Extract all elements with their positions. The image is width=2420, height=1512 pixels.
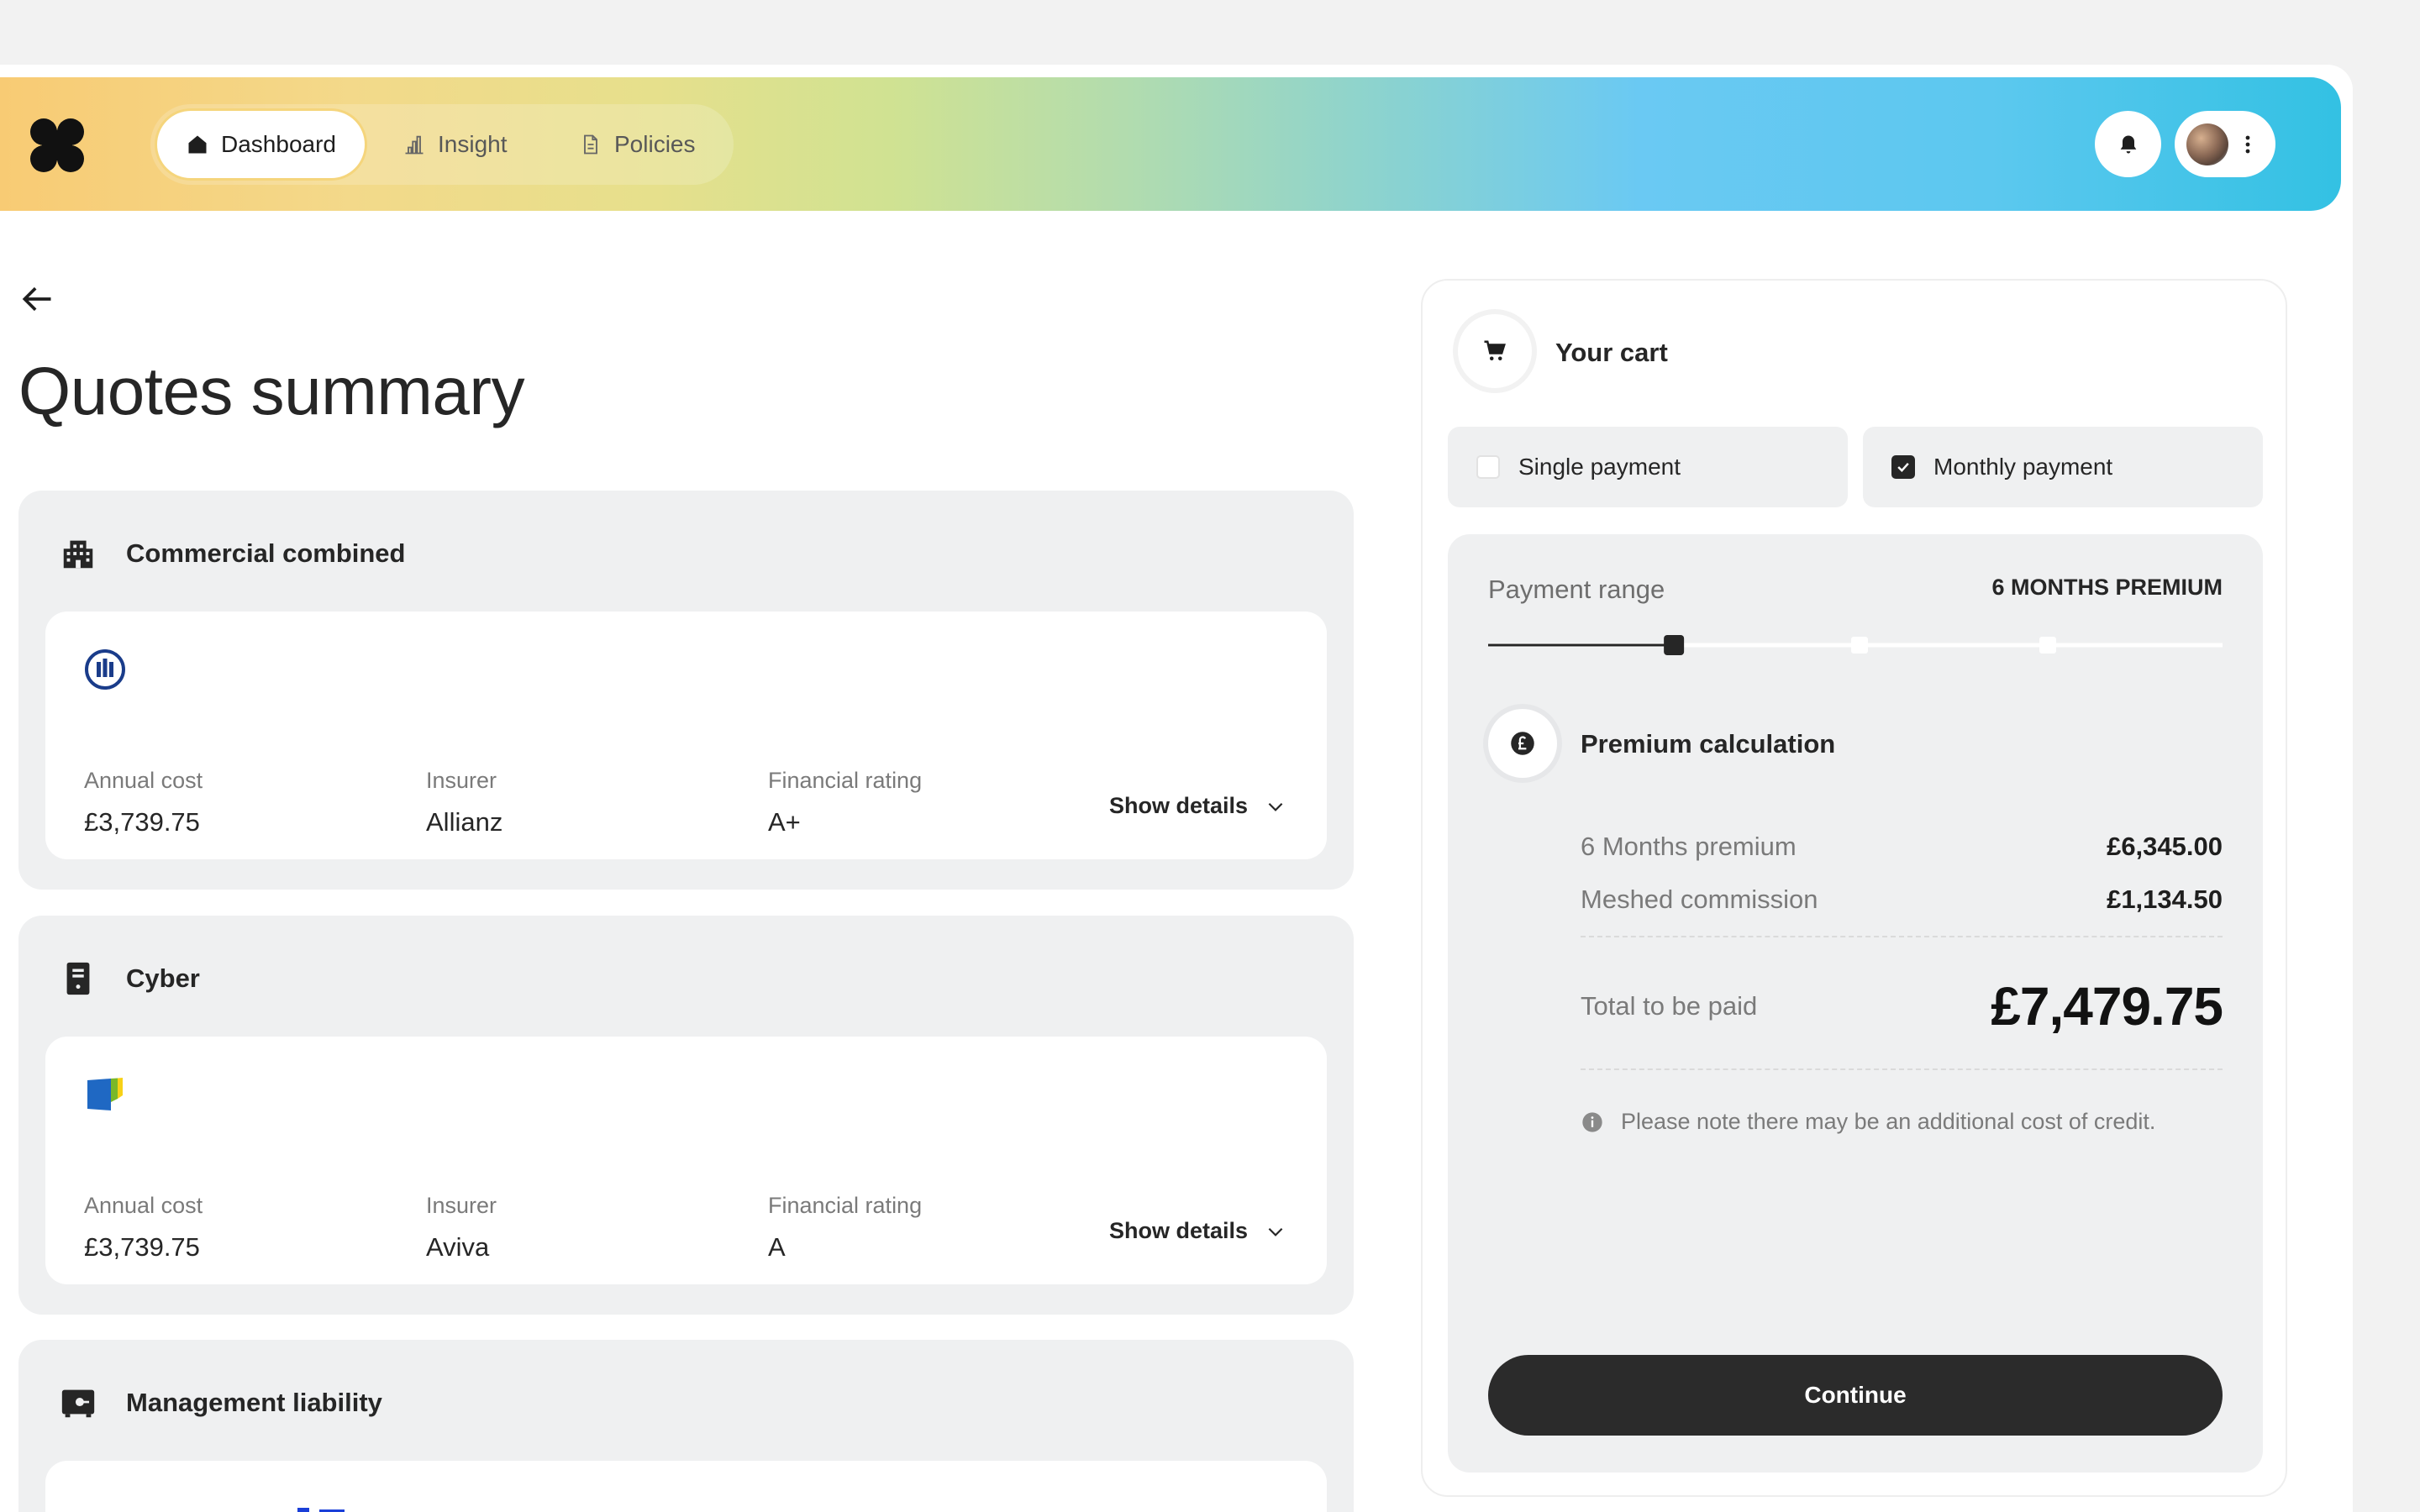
annual-cost-value: £3,739.75 bbox=[84, 807, 200, 837]
monthly-payment-label: Monthly payment bbox=[1933, 454, 2113, 480]
credit-note-text: Please note there may be an additional c… bbox=[1621, 1109, 2156, 1134]
line-item-value: £6,345.00 bbox=[2107, 832, 2223, 861]
cart-title: Your cart bbox=[1555, 338, 1668, 367]
financial-rating-field: Financial rating A bbox=[768, 1193, 922, 1263]
insurer-label: Insurer bbox=[426, 1193, 497, 1218]
bar-chart-icon bbox=[405, 135, 424, 155]
payment-range-value: 6 MONTHS PREMIUM bbox=[1991, 575, 2223, 600]
calc-icon-badge bbox=[1488, 709, 1557, 778]
premium-calculation-title: Premium calculation bbox=[1581, 729, 1836, 759]
annual-cost-field: Annual cost £3,739.75 bbox=[84, 768, 203, 837]
financial-rating-label: Financial rating bbox=[768, 768, 923, 793]
line-item-commission: Meshed commission £1,134.50 bbox=[1581, 885, 2223, 915]
single-payment-checkbox[interactable] bbox=[1476, 455, 1500, 479]
notifications-button[interactable] bbox=[2095, 111, 2161, 177]
tab-policies-label: Policies bbox=[614, 131, 696, 157]
annual-cost-field: Annual cost £3,739.75 bbox=[84, 1193, 203, 1263]
tab-insight-label: Insight bbox=[438, 131, 508, 157]
building-icon bbox=[63, 540, 93, 569]
line-item-label: 6 Months premium bbox=[1581, 832, 1797, 861]
credit-note: Please note there may be an additional c… bbox=[1581, 1109, 2155, 1135]
top-navigation-bar: Dashboard Insight Policies bbox=[0, 77, 2341, 211]
tab-insight[interactable]: Insight bbox=[402, 111, 508, 178]
app-logo-icon[interactable] bbox=[29, 117, 86, 174]
slider-step-mark[interactable] bbox=[2039, 637, 2056, 654]
insurer-label: Insurer bbox=[426, 768, 497, 793]
safe-icon bbox=[61, 1389, 95, 1418]
quote-section-commercial-combined: Commercial combined Annual cost £3,739.7… bbox=[18, 491, 1354, 890]
continue-button[interactable]: Continue bbox=[1488, 1355, 2223, 1436]
main-nav: Dashboard Insight Policies bbox=[150, 104, 734, 185]
insurer-field: Insurer Aviva bbox=[426, 1193, 497, 1263]
cart-icon-badge bbox=[1458, 314, 1532, 388]
allianz-logo-icon bbox=[85, 649, 125, 690]
annual-cost-value: £3,739.75 bbox=[84, 1232, 200, 1262]
quote-card: Annual cost £3,739.75 Insurer Aviva Fina… bbox=[45, 1037, 1327, 1284]
annual-cost-label: Annual cost bbox=[84, 1193, 203, 1218]
more-vertical-icon bbox=[2245, 135, 2250, 153]
show-details-button[interactable]: Show details bbox=[1109, 1218, 1286, 1244]
tab-dashboard-label: Dashboard bbox=[221, 131, 336, 157]
section-header: Commercial combined bbox=[59, 534, 405, 573]
insurer-field: Insurer Allianz bbox=[426, 768, 502, 837]
total-value: £7,479.75 bbox=[1991, 976, 2223, 1037]
document-icon bbox=[584, 134, 597, 155]
tab-dashboard[interactable]: Dashboard bbox=[157, 111, 365, 178]
payment-range-slider[interactable] bbox=[1488, 633, 2223, 657]
line-item-premium: 6 Months premium £6,345.00 bbox=[1581, 832, 2223, 862]
monthly-payment-option[interactable]: Monthly payment bbox=[1863, 427, 2263, 507]
show-details-label: Show details bbox=[1108, 1218, 1248, 1243]
quote-card: Annual cost £3,739.75 Insurer Allianz Fi… bbox=[45, 612, 1327, 859]
slider-step-mark[interactable] bbox=[1851, 637, 1868, 654]
financial-rating-field: Financial rating A+ bbox=[768, 768, 922, 837]
section-title: Cyber bbox=[126, 963, 200, 993]
insurer-value: Allianz bbox=[426, 807, 503, 837]
chevron-down-icon bbox=[1268, 802, 1283, 811]
divider bbox=[1581, 936, 2223, 937]
insurer-value: Aviva bbox=[426, 1232, 490, 1262]
page-title: Quotes summary bbox=[18, 354, 525, 428]
section-title: Commercial combined bbox=[126, 538, 406, 568]
bell-icon bbox=[2120, 135, 2136, 153]
aviva-logo-icon bbox=[87, 1078, 123, 1110]
cart-panel: Your cart Single payment Monthly payment… bbox=[1421, 279, 2287, 1497]
single-payment-option[interactable]: Single payment bbox=[1448, 427, 1848, 507]
payment-range-label: Payment range bbox=[1488, 575, 1665, 604]
insurer-logo-icon bbox=[297, 1508, 345, 1512]
total-row: Total to be paid £7,479.75 bbox=[1581, 973, 2223, 1040]
back-arrow-icon[interactable] bbox=[18, 281, 55, 318]
line-item-label: Meshed commission bbox=[1581, 885, 1818, 914]
financial-rating-label: Financial rating bbox=[768, 1193, 923, 1218]
section-header: Cyber bbox=[59, 959, 200, 998]
info-icon bbox=[1582, 1111, 1602, 1132]
section-title: Management liability bbox=[126, 1388, 382, 1417]
financial-rating-value: A bbox=[768, 1232, 786, 1262]
user-menu-button[interactable] bbox=[2175, 111, 2275, 177]
section-header: Management liability bbox=[59, 1383, 382, 1422]
slider-thumb[interactable] bbox=[1664, 635, 1685, 655]
monthly-payment-checkbox[interactable] bbox=[1891, 455, 1915, 479]
premium-panel: Payment range 6 MONTHS PREMIUM Premium c… bbox=[1448, 534, 2263, 1473]
tab-policies[interactable]: Policies bbox=[579, 111, 695, 178]
pound-coin-icon bbox=[1511, 732, 1534, 755]
quote-card bbox=[45, 1461, 1327, 1512]
single-payment-label: Single payment bbox=[1518, 454, 1681, 480]
quote-section-cyber: Cyber Annual cost £3,739.75 Insurer Aviv… bbox=[18, 916, 1354, 1315]
divider bbox=[1581, 1068, 2223, 1070]
annual-cost-label: Annual cost bbox=[84, 768, 203, 793]
show-details-label: Show details bbox=[1108, 793, 1248, 818]
chevron-down-icon bbox=[1268, 1227, 1283, 1236]
checkmark-icon bbox=[1897, 462, 1909, 472]
show-details-button[interactable]: Show details bbox=[1109, 793, 1286, 819]
home-icon bbox=[188, 135, 207, 154]
avatar bbox=[2186, 123, 2228, 165]
shopping-cart-icon bbox=[1484, 340, 1506, 360]
server-icon bbox=[66, 962, 90, 995]
quote-section-management-liability: Management liability bbox=[18, 1340, 1354, 1512]
financial-rating-value: A+ bbox=[768, 807, 801, 837]
total-label: Total to be paid bbox=[1581, 991, 1758, 1021]
line-item-value: £1,134.50 bbox=[2107, 885, 2223, 914]
